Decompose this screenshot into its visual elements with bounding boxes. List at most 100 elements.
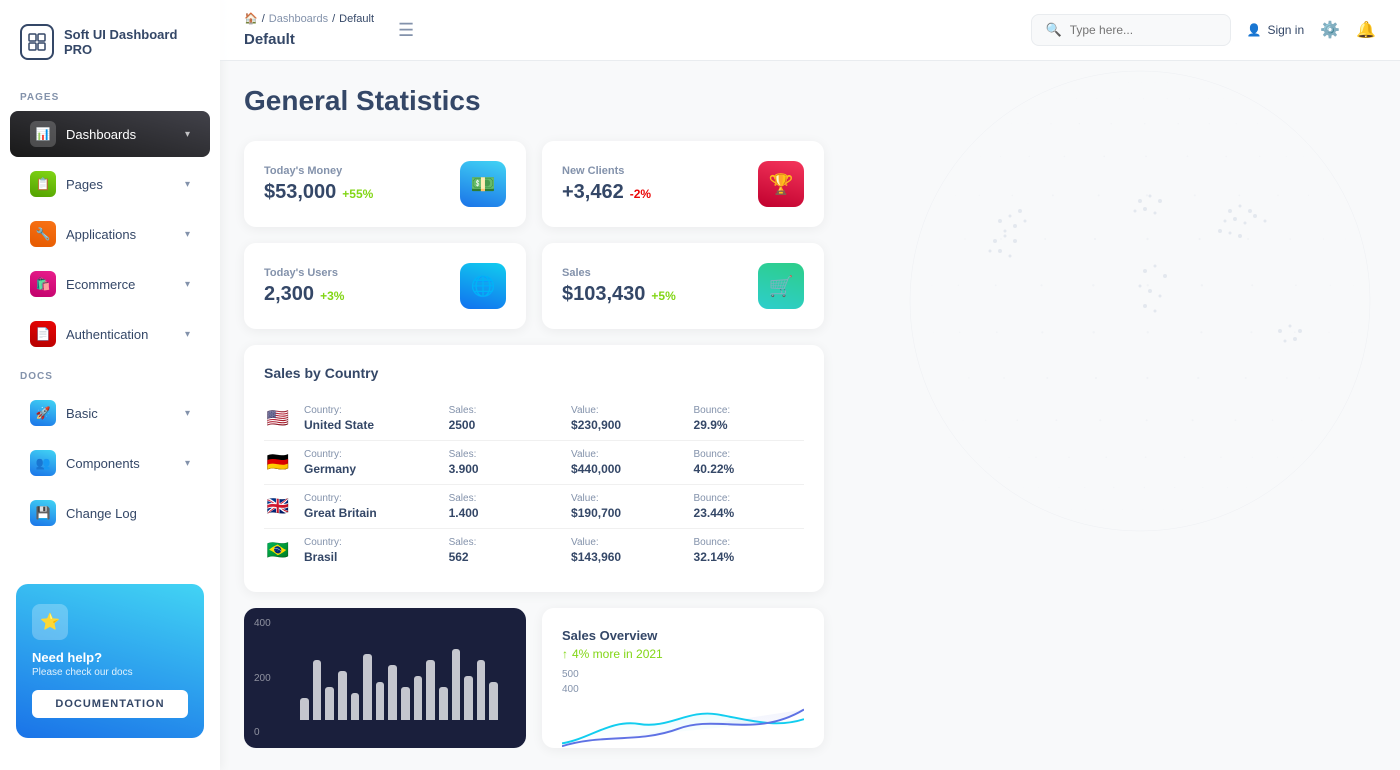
sales-icon: 🛒: [758, 263, 804, 309]
stat-value-sales: $103,430 +5%: [562, 283, 676, 306]
stat-label-money: Today's Money: [264, 165, 373, 177]
chart-bar: [363, 654, 372, 720]
clients-change: -2%: [630, 187, 651, 201]
applications-icon: 🔧: [30, 221, 56, 247]
money-change: +55%: [342, 187, 373, 201]
country-row-de: 🇩🇪 Country: Germany Sales: 3.900 Value: …: [264, 441, 804, 485]
chart-bar: [376, 682, 385, 720]
chart-bar: [414, 676, 423, 720]
help-card: ⭐ Need help? Please check our docs DOCUM…: [16, 584, 204, 738]
app-name: Soft UI Dashboard PRO: [64, 27, 200, 57]
signin-label: Sign in: [1267, 23, 1304, 37]
sidebar-item-components[interactable]: 👥 Components ▾: [10, 440, 210, 486]
country-col-de: Country: Germany: [304, 449, 437, 476]
signin-button[interactable]: 👤 Sign in: [1247, 23, 1305, 37]
chart-bar: [489, 682, 498, 720]
chart-bar: [477, 660, 486, 720]
stat-label-users: Today's Users: [264, 267, 344, 279]
sidebar-item-basic[interactable]: 🚀 Basic ▾: [10, 390, 210, 436]
breadcrumb-dashboards[interactable]: Dashboards: [269, 13, 328, 25]
globe-decoration: [850, 61, 1400, 541]
country-row-br: 🇧🇷 Country: Brasil Sales: 562 Value: $14…: [264, 529, 804, 572]
page-title: General Statistics: [244, 85, 1376, 117]
flag-br: 🇧🇷: [264, 541, 292, 561]
money-icon: 💵: [460, 161, 506, 207]
sales-value: $103,430: [562, 283, 645, 306]
search-box: 🔍: [1031, 14, 1231, 46]
overview-y-500: 500: [562, 669, 579, 680]
topbar-right: 🔍 👤 Sign in ⚙️ 🔔: [1031, 14, 1377, 46]
country-col-us: Country: United State: [304, 405, 437, 432]
chart-bar: [338, 671, 347, 720]
chevron-down-icon: ▾: [185, 179, 190, 190]
chevron-down-icon: ▾: [185, 129, 190, 140]
sidebar-item-label: Applications: [66, 227, 136, 242]
content-area: General Statistics Today's Money $53,000…: [220, 61, 1400, 770]
authentication-icon: 📄: [30, 321, 56, 347]
chart-bar: [325, 687, 334, 720]
overview-title: Sales Overview: [562, 628, 804, 643]
stats-grid: Today's Money $53,000 +55% 💵 New Clients…: [244, 141, 824, 329]
stat-value-money: $53,000 +55%: [264, 181, 373, 204]
ecommerce-icon: 🛍️: [30, 271, 56, 297]
chevron-down-icon: ▾: [185, 458, 190, 469]
chart-y-label-0: 0: [254, 727, 271, 738]
chart-bar: [313, 660, 322, 720]
search-input[interactable]: [1070, 23, 1216, 37]
breadcrumb: 🏠 / Dashboards / Default Default: [244, 12, 374, 48]
overview-y-400: 400: [562, 684, 579, 695]
chart-bar: [300, 698, 309, 720]
sidebar-item-label: Dashboards: [66, 127, 136, 142]
stat-card-sales: Sales $103,430 +5% 🛒: [542, 243, 824, 329]
overview-chart: [562, 699, 804, 748]
sales-table-title: Sales by Country: [264, 365, 804, 381]
sales-overview-card: Sales Overview ↑ 4% more in 2021 500 400: [542, 608, 824, 748]
stat-label-clients: New Clients: [562, 165, 651, 177]
sidebar-item-pages[interactable]: 📋 Pages ▾: [10, 161, 210, 207]
components-icon: 👥: [30, 450, 56, 476]
chevron-down-icon: ▾: [185, 279, 190, 290]
sidebar-item-ecommerce[interactable]: 🛍️ Ecommerce ▾: [10, 261, 210, 307]
breadcrumb-nav: 🏠 / Dashboards / Default: [244, 12, 374, 25]
stat-value-users: 2,300 +3%: [264, 283, 344, 306]
overview-change-text: 4% more in 2021: [572, 647, 663, 661]
country-row-us: 🇺🇸 Country: United State Sales: 2500 Val…: [264, 397, 804, 441]
settings-icon[interactable]: ⚙️: [1320, 20, 1340, 40]
sales-change: +5%: [651, 289, 675, 303]
stat-card-clients: New Clients +3,462 -2% 🏆: [542, 141, 824, 227]
chart-y-label-400: 400: [254, 618, 271, 629]
chevron-down-icon: ▾: [185, 329, 190, 340]
flag-us: 🇺🇸: [264, 409, 292, 429]
chart-bar: [439, 687, 448, 720]
sidebar-logo: Soft UI Dashboard PRO: [0, 16, 220, 80]
help-card-title: Need help?: [32, 650, 188, 665]
breadcrumb-sep1: /: [262, 13, 265, 25]
country-row-gb: 🇬🇧 Country: Great Britain Sales: 1.400 V…: [264, 485, 804, 529]
help-card-subtitle: Please check our docs: [32, 667, 188, 678]
clients-value: +3,462: [562, 181, 624, 204]
sidebar-item-applications[interactable]: 🔧 Applications ▾: [10, 211, 210, 257]
sidebar: Soft UI Dashboard PRO PAGES 📊 Dashboards…: [0, 0, 220, 770]
sidebar-item-label: Authentication: [66, 327, 148, 342]
flag-gb: 🇬🇧: [264, 497, 292, 517]
home-icon: 🏠: [244, 12, 258, 25]
chart-bar: [351, 693, 360, 720]
menu-icon[interactable]: ☰: [398, 20, 414, 41]
overview-change: ↑ 4% more in 2021: [562, 647, 804, 661]
sidebar-item-dashboards[interactable]: 📊 Dashboards ▾: [10, 111, 210, 157]
changelog-icon: 💾: [30, 500, 56, 526]
chevron-down-icon: ▾: [185, 229, 190, 240]
documentation-button[interactable]: DOCUMENTATION: [32, 690, 188, 718]
topbar: 🏠 / Dashboards / Default Default ☰ 🔍 👤 S…: [220, 0, 1400, 61]
sidebar-item-authentication[interactable]: 📄 Authentication ▾: [10, 311, 210, 357]
chart-bar: [401, 687, 410, 720]
search-icon: 🔍: [1046, 22, 1062, 38]
country-col-gb: Country: Great Britain: [304, 493, 437, 520]
flag-de: 🇩🇪: [264, 453, 292, 473]
notifications-icon[interactable]: 🔔: [1356, 20, 1376, 40]
stat-label-sales: Sales: [562, 267, 676, 279]
sidebar-item-label: Components: [66, 456, 140, 471]
users-change: +3%: [320, 289, 344, 303]
sidebar-item-changelog[interactable]: 💾 Change Log: [10, 490, 210, 536]
basic-icon: 🚀: [30, 400, 56, 426]
